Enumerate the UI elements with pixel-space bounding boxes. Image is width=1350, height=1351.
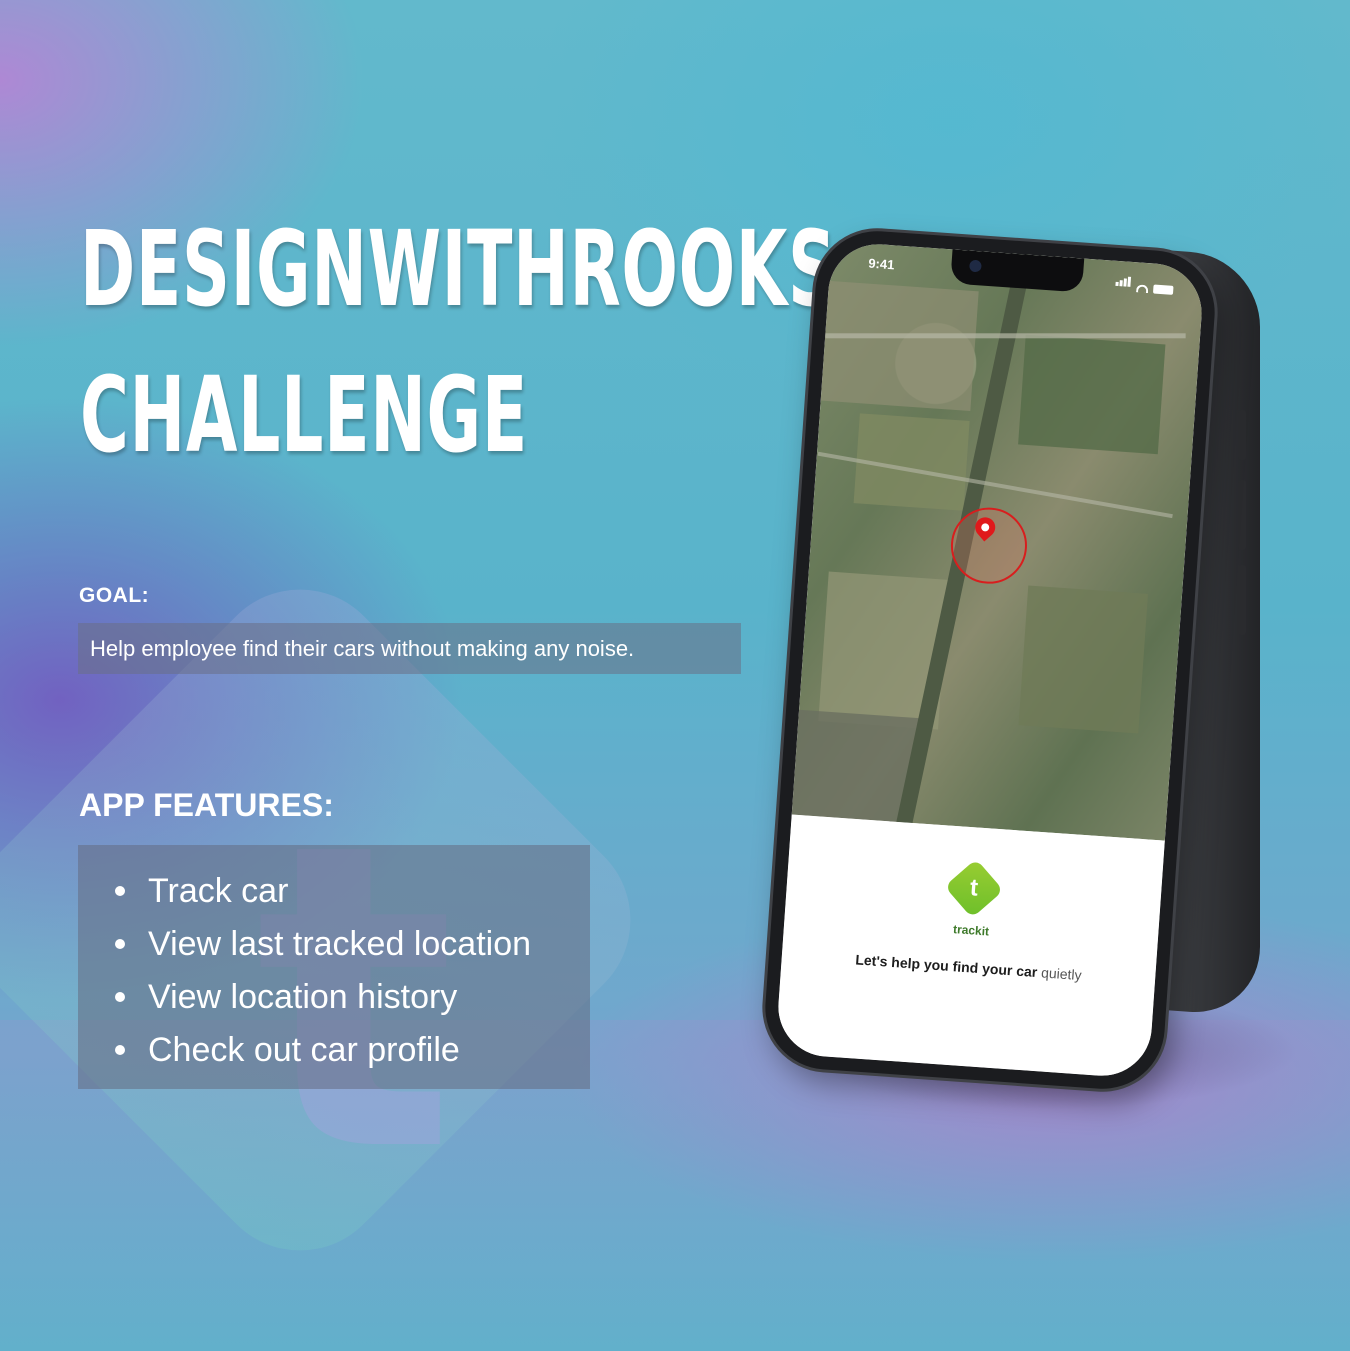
phone-side-button xyxy=(1238,480,1246,550)
phone-side-button xyxy=(1238,565,1246,635)
page-title: DESIGNWITHROOKS CHALLENGE xyxy=(80,196,837,488)
features-list: Track car View last tracked location Vie… xyxy=(78,865,590,1077)
app-tagline: Let's help you find your car quietly xyxy=(781,946,1155,988)
goal-label: GOAL: xyxy=(79,584,150,607)
tagline-bold: Let's help you find your car xyxy=(854,951,1038,981)
app-bottom-card: t trackit Let's help you find your car q… xyxy=(775,814,1165,1080)
satellite-map[interactable]: 9:41 xyxy=(791,240,1205,841)
tagline-light: quietly xyxy=(1040,964,1083,984)
feature-label: View location history xyxy=(148,978,458,1016)
bullet-icon xyxy=(115,939,125,949)
phone-screen: 9:41 t trackit Let's help you find your … xyxy=(775,240,1205,1080)
phone-front: 9:41 t trackit Let's help you find your … xyxy=(761,227,1219,1093)
signal-icon xyxy=(1115,273,1132,292)
title-line-1: DESIGNWITHROOKS xyxy=(80,208,837,330)
bullet-icon xyxy=(115,992,125,1002)
feature-label: View last tracked location xyxy=(148,925,532,963)
app-name: trackit xyxy=(952,922,990,939)
status-icons xyxy=(1115,273,1174,295)
features-label: APP FEATURES: xyxy=(79,787,334,823)
trackit-logo-icon: t xyxy=(944,858,1004,919)
bullet-icon xyxy=(115,886,125,896)
feature-item: Track car xyxy=(115,865,590,918)
title-line-2: CHALLENGE xyxy=(80,354,528,476)
battery-icon xyxy=(1152,284,1174,295)
goal-text-part2: without making any noise. xyxy=(381,635,635,661)
status-time: 9:41 xyxy=(867,255,895,273)
map-field xyxy=(1018,585,1148,734)
camera-icon xyxy=(969,259,982,273)
phone-notch xyxy=(950,249,1085,293)
phone-side-button xyxy=(1238,410,1246,460)
feature-item: View last tracked location xyxy=(115,918,590,971)
features-box: Track car View last tracked location Vie… xyxy=(78,845,590,1089)
bullet-icon xyxy=(115,1045,125,1055)
feature-label: Check out car profile xyxy=(148,1031,460,1069)
goal-box: Help employee find their cars without ma… xyxy=(78,623,741,674)
map-field xyxy=(820,280,979,412)
map-field xyxy=(1018,334,1166,455)
goal-text-part1: Help employee find their cars xyxy=(90,635,382,661)
feature-item: Check out car profile xyxy=(115,1024,590,1077)
feature-item: View location history xyxy=(115,971,590,1024)
phone-mockup: 9:41 t trackit Let's help you find your … xyxy=(760,220,1320,1120)
feature-label: Track car xyxy=(148,872,289,910)
wifi-icon xyxy=(1136,284,1149,294)
map-road xyxy=(825,333,1186,339)
logo-letter: t xyxy=(969,874,979,902)
